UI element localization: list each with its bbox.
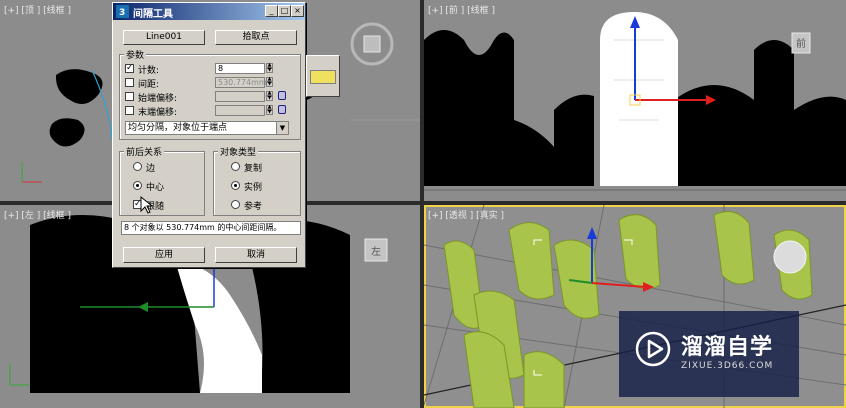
maximize-button[interactable]: □: [278, 5, 291, 17]
chevron-down-icon[interactable]: ▼: [276, 122, 288, 134]
svg-text:3: 3: [119, 8, 125, 18]
svg-text:前: 前: [796, 37, 806, 50]
distribution-select[interactable]: 均匀分隔，对象位于端点 ▼: [125, 121, 289, 135]
close-button[interactable]: ×: [291, 5, 304, 17]
spacing-label: 间距:: [138, 80, 160, 90]
end-offset-spinner[interactable]: ▲ ▼: [266, 105, 273, 116]
start-offset-checkbox[interactable]: [125, 92, 134, 101]
play-logo-icon: [635, 331, 671, 367]
apply-button[interactable]: 应用: [123, 247, 205, 263]
viewport-label[interactable]: [+] [透视 ] [真实 ]: [428, 208, 504, 221]
watermark-title: 溜溜自学: [681, 335, 774, 360]
context-centers-radio[interactable]: [133, 181, 142, 190]
axis-gizmo: [9, 363, 30, 386]
spacing-tool-dialog[interactable]: 3 间隔工具 _ □ × Line001 拾取点 参数 ✓ 计数: 8 ▲ ▼ 间…: [112, 2, 306, 268]
group-title: 参数: [124, 48, 147, 61]
pick-points-button[interactable]: 拾取点: [215, 30, 297, 45]
spacing-spinner[interactable]: ▲ ▼: [266, 77, 273, 88]
count-field[interactable]: 8: [215, 63, 265, 74]
end-offset-field[interactable]: [215, 105, 265, 116]
mouse-cursor-icon: [140, 196, 152, 214]
axis-gizmo: [21, 162, 42, 183]
front-view-scene: 前: [424, 12, 846, 191]
start-offset-label: 始端偏移:: [138, 94, 178, 104]
start-offset-spinner[interactable]: ▲ ▼: [266, 91, 273, 102]
floating-toolbar[interactable]: [306, 55, 340, 97]
distribution-value: 均匀分隔，对象位于端点: [128, 123, 228, 133]
context-edges-radio[interactable]: [133, 162, 142, 171]
spacing-field[interactable]: 530.774mm: [215, 77, 267, 88]
end-offset-label: 末端偏移:: [138, 108, 178, 118]
dialog-title-bar[interactable]: 3 间隔工具 _ □ ×: [113, 3, 305, 20]
count-spinner[interactable]: ▲ ▼: [266, 63, 273, 74]
instance-label: 实例: [244, 183, 263, 193]
watermark: 溜溜自学 ZIXUE.3D66.COM: [619, 311, 799, 397]
dialog-title: 间隔工具: [133, 9, 173, 20]
viewport-label[interactable]: [+] [左 ] [线框 ]: [4, 208, 71, 221]
chair-silhouette: [55, 69, 103, 104]
watermark-url: ZIXUE.3D66.COM: [681, 361, 774, 371]
spacing-checkbox[interactable]: [125, 78, 134, 87]
chair-model: [523, 351, 565, 408]
count-label: 计数:: [138, 66, 160, 76]
reference-radio[interactable]: [231, 200, 240, 209]
copy-radio[interactable]: [231, 162, 240, 171]
copy-label: 复制: [244, 164, 263, 174]
svg-text:左: 左: [371, 245, 381, 258]
chair-model: [508, 222, 555, 300]
minimize-button[interactable]: _: [265, 5, 278, 17]
chair-model: [713, 210, 755, 285]
chair-silhouette: [424, 30, 564, 186]
app-logo-icon: 3: [116, 5, 129, 18]
toolbar-button[interactable]: [310, 70, 336, 84]
viewcube: [773, 240, 807, 274]
group-title: 前后关系: [124, 145, 165, 158]
pick-path-button[interactable]: Line001: [123, 30, 205, 45]
chair-silhouette: [674, 40, 794, 186]
viewport-label[interactable]: [+] [顶 ] [线框 ]: [4, 3, 71, 16]
viewcube: [363, 35, 381, 53]
start-offset-field[interactable]: [215, 91, 265, 102]
context-edges-label: 边: [146, 164, 156, 174]
cancel-button[interactable]: 取消: [215, 247, 297, 263]
chair-silhouette: [49, 118, 85, 147]
instance-radio[interactable]: [231, 181, 240, 190]
viewport-front[interactable]: [+] [前 ] [线框 ] 前: [424, 0, 846, 201]
chair-model: [618, 214, 661, 290]
count-checkbox[interactable]: ✓: [125, 64, 134, 73]
lock-icon[interactable]: [278, 91, 286, 100]
lock-icon[interactable]: [278, 105, 286, 114]
status-text: 8 个对象以 530.774mm 的中心间距间隔。: [121, 221, 301, 235]
reference-label: 参考: [244, 202, 263, 212]
group-title: 对象类型: [218, 145, 259, 158]
viewport-label[interactable]: [+] [前 ] [线框 ]: [428, 3, 495, 16]
context-centers-label: 中心: [146, 183, 165, 193]
end-offset-checkbox[interactable]: [125, 106, 134, 115]
